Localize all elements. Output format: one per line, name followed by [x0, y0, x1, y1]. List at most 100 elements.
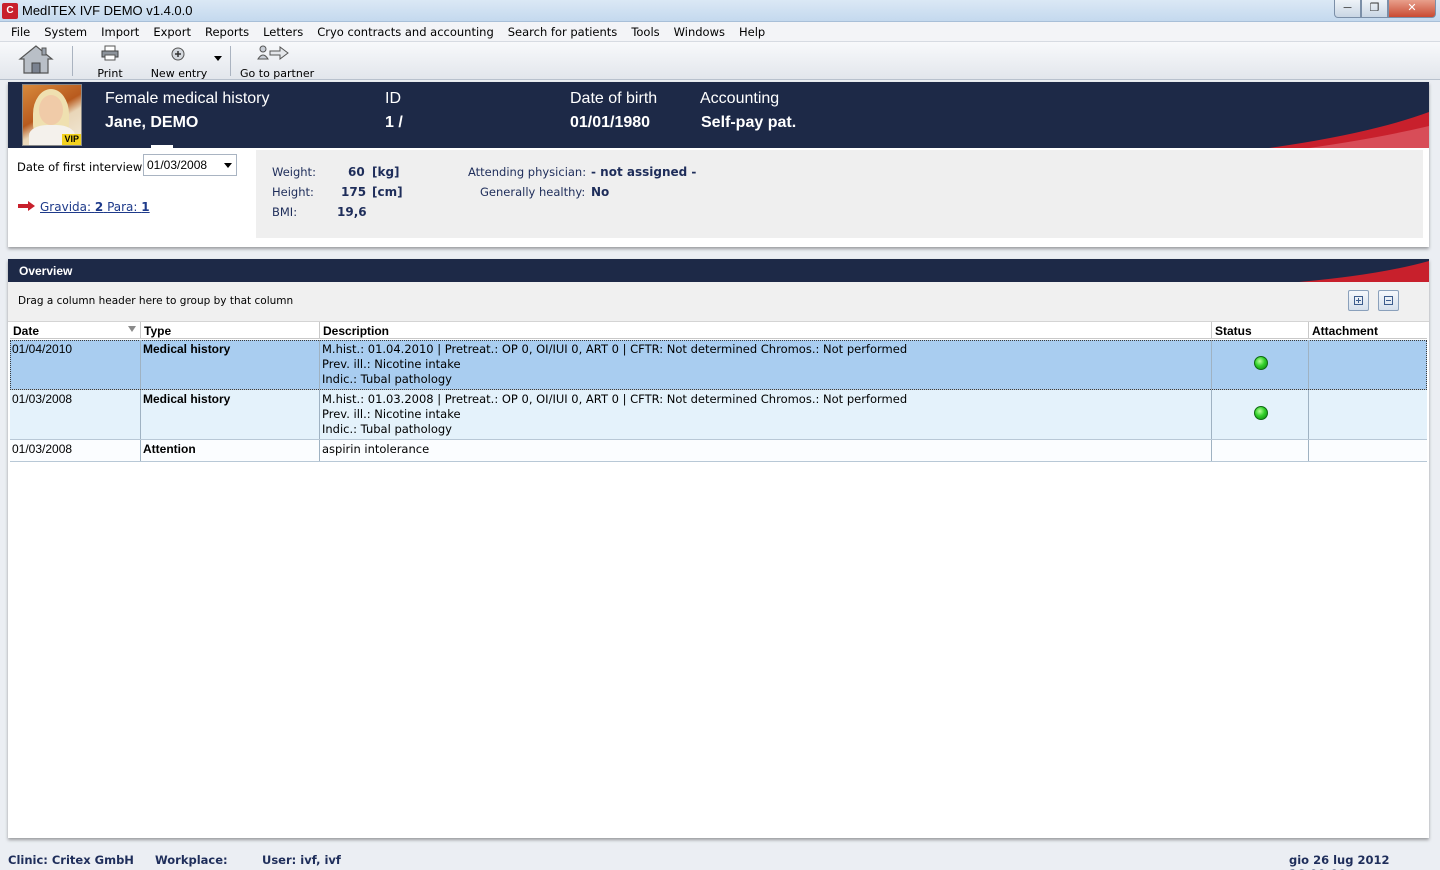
toolbar-separator — [230, 46, 231, 76]
header-swoosh-decoration — [1269, 112, 1429, 148]
header-swoosh-decoration — [1299, 261, 1429, 282]
new-entry-label: New entry — [150, 67, 208, 80]
menu-cryo-contracts[interactable]: Cryo contracts and accounting — [310, 22, 501, 42]
para-label: Para: — [107, 200, 138, 214]
group-by-hint: Drag a column header here to group by th… — [18, 295, 294, 307]
height-label: Height: — [272, 185, 314, 199]
table-row[interactable]: 01/03/2008 Medical history M.hist.: 01.0… — [10, 390, 1427, 440]
menu-reports[interactable]: Reports — [198, 22, 256, 42]
column-header-date[interactable]: Date — [10, 322, 141, 339]
physician-label: Attending physician: — [468, 165, 587, 179]
weight-unit: [kg] — [372, 165, 400, 179]
printer-icon — [101, 45, 119, 61]
home-button[interactable] — [18, 44, 54, 76]
height-unit: [cm] — [372, 185, 403, 199]
para-value: 1 — [141, 200, 150, 214]
gravida-label: Gravida: — [40, 200, 92, 214]
new-entry-button[interactable]: New entry — [150, 44, 208, 80]
maximize-button[interactable]: ❐ — [1361, 0, 1388, 18]
cell-type: Medical history — [141, 340, 320, 389]
weight-label: Weight: — [272, 165, 316, 179]
menu-file[interactable]: File — [4, 22, 37, 42]
workplace-info: Workplace: — [155, 853, 228, 867]
menu-search-patients[interactable]: Search for patients — [501, 22, 625, 42]
minimize-button[interactable]: ─ — [1334, 0, 1361, 18]
column-header-description[interactable]: Description — [320, 322, 1212, 339]
sort-descending-icon[interactable] — [128, 326, 136, 332]
cell-description: M.hist.: 01.04.2010 | Pretreat.: OP 0, O… — [320, 340, 1212, 389]
toolbar: Print New entry Go to partner — [0, 42, 1440, 80]
table-row[interactable]: 01/04/2010 Medical history M.hist.: 01.0… — [10, 340, 1427, 390]
healthy-value: No — [591, 185, 610, 199]
menu-export[interactable]: Export — [146, 22, 198, 42]
window-controls: ─ ❐ ✕ — [1334, 0, 1436, 18]
cell-attachment — [1309, 390, 1427, 439]
home-icon — [18, 45, 54, 74]
patient-photo[interactable]: VIP — [22, 84, 82, 146]
first-interview-label: Date of first interview: — [17, 160, 146, 174]
overview-panel: Overview Drag a column header here to gr… — [8, 259, 1429, 838]
cell-attachment — [1309, 440, 1427, 461]
healthy-label: Generally healthy: — [480, 185, 586, 199]
interview-area: Date of first interview: 01/03/2008 Grav… — [8, 148, 256, 240]
menu-system[interactable]: System — [37, 22, 94, 42]
group-by-area[interactable]: Drag a column header here to group by th… — [8, 282, 1429, 322]
chevron-down-icon[interactable] — [224, 163, 232, 168]
bmi-value: 19,6 — [337, 205, 367, 219]
cell-date: 01/04/2010 — [10, 340, 141, 389]
bmi-label: BMI: — [272, 205, 298, 219]
dob-label: Date of birth — [570, 90, 658, 107]
cell-description: M.hist.: 01.03.2008 | Pretreat.: OP 0, O… — [320, 390, 1212, 439]
column-header-status[interactable]: Status — [1212, 322, 1309, 339]
print-label: Print — [97, 67, 123, 80]
cell-status — [1212, 440, 1309, 461]
height-value: 175 — [341, 185, 367, 199]
cell-date: 01/03/2008 — [10, 440, 141, 461]
clinic-info: Clinic: Critex GmbH — [8, 853, 134, 867]
menu-letters[interactable]: Letters — [256, 22, 310, 42]
physician-value: - not assigned - — [591, 165, 697, 179]
patient-panel: VIP Female medical history Jane, DEMO ID… — [8, 82, 1429, 247]
section-label: Female medical history — [105, 90, 270, 107]
cell-type: Attention — [141, 440, 320, 461]
expand-all-button[interactable] — [1348, 290, 1369, 311]
column-header-attachment[interactable]: Attachment — [1309, 322, 1427, 339]
meditex-app-icon[interactable]: C — [2, 3, 18, 19]
menu-windows[interactable]: Windows — [667, 22, 732, 42]
gravida-value: 2 — [94, 200, 104, 214]
cell-type: Medical history — [141, 390, 320, 439]
first-interview-date-combo[interactable]: 01/03/2008 — [143, 154, 237, 176]
red-arrow-icon — [18, 201, 35, 211]
go-to-partner-button[interactable]: Go to partner — [240, 44, 315, 80]
close-button[interactable]: ✕ — [1388, 0, 1436, 18]
overview-header: Overview — [8, 259, 1429, 282]
go-to-partner-label: Go to partner — [240, 67, 315, 80]
id-label: ID — [385, 90, 401, 107]
menu-help[interactable]: Help — [732, 22, 772, 42]
patient-details: Date of first interview: 01/03/2008 Grav… — [8, 148, 1429, 247]
patient-name: Jane, DEMO — [105, 114, 199, 131]
cell-date: 01/03/2008 — [10, 390, 141, 439]
collapse-all-button[interactable] — [1378, 290, 1399, 311]
menu-tools[interactable]: Tools — [624, 22, 666, 42]
table-row[interactable]: 01/03/2008 Attention aspirin intolerance — [10, 440, 1427, 462]
new-entry-icon — [171, 47, 185, 61]
menu-import[interactable]: Import — [94, 22, 146, 42]
vitals-area: Weight: 60 [kg] Height: 175 [cm] BMI: 19… — [256, 150, 1423, 238]
status-bar: Clinic: Critex GmbH Workplace: User: ivf… — [0, 848, 1440, 870]
status-green-icon — [1254, 356, 1268, 370]
first-interview-date-value: 01/03/2008 — [147, 158, 208, 172]
print-button[interactable]: Print — [96, 44, 124, 80]
new-entry-dropdown-icon[interactable] — [214, 56, 222, 61]
id-value: 1 / — [385, 114, 403, 131]
vip-badge: VIP — [62, 134, 81, 145]
status-green-icon — [1254, 406, 1268, 420]
column-header-type[interactable]: Type — [141, 322, 320, 339]
window-title: MedITEX IVF DEMO v1.4.0.0 — [22, 3, 193, 18]
title-bar: C MedITEX IVF DEMO v1.4.0.0 ─ ❐ ✕ — [0, 0, 1440, 22]
menu-bar: File System Import Export Reports Letter… — [0, 22, 1440, 42]
gravida-para-link[interactable]: Gravida: 2 Para: 1 — [40, 200, 150, 214]
overview-title: Overview — [19, 264, 73, 278]
cell-status — [1212, 390, 1309, 439]
partner-arrow-icon — [257, 45, 289, 60]
